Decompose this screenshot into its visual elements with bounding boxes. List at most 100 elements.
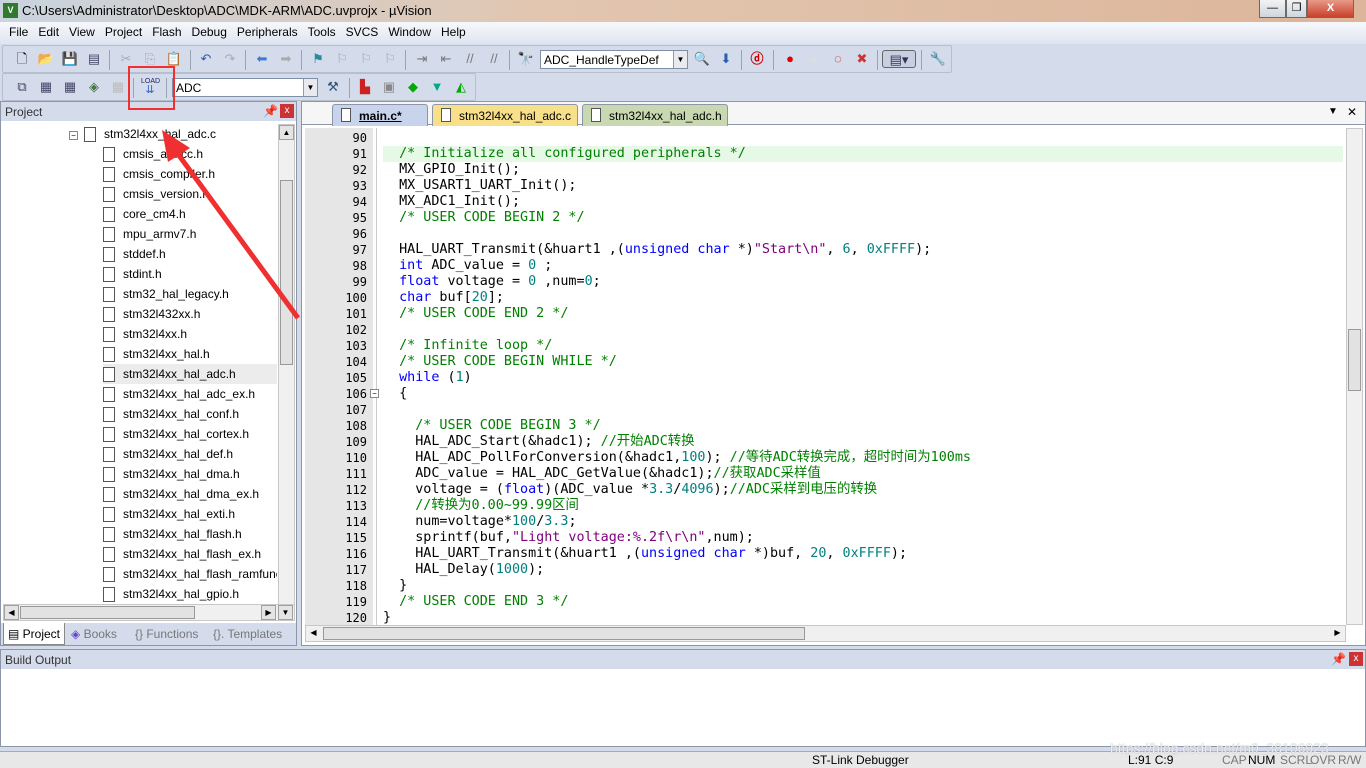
tree-item-file[interactable]: stm32l4xx_hal_gpio.h bbox=[103, 584, 277, 604]
tab-functions[interactable]: {} Functions bbox=[135, 627, 198, 641]
pin-icon[interactable]: 📌 bbox=[263, 104, 278, 118]
menu-help[interactable]: Help bbox=[436, 22, 471, 39]
code-line[interactable]: ADC_value = HAL_ADC_GetValue(&hadc1);//获… bbox=[383, 466, 821, 482]
find-icon[interactable]: 🔍 bbox=[693, 50, 711, 68]
scroll-up-icon[interactable]: ▲ bbox=[279, 125, 294, 140]
new-file-icon[interactable]: 🗋 bbox=[13, 50, 31, 68]
tree-item-file[interactable]: cmsis_armcc.h bbox=[103, 144, 277, 164]
unindent-icon[interactable]: ⇤ bbox=[437, 50, 455, 68]
close-panel-icon[interactable]: x bbox=[1349, 652, 1363, 666]
code-line[interactable]: /* USER CODE END 2 */ bbox=[383, 306, 568, 322]
run-time-env-icon[interactable]: ▼ bbox=[428, 78, 446, 96]
nav-forward-icon[interactable]: ➡ bbox=[277, 50, 295, 68]
tree-item-file[interactable]: stddef.h bbox=[103, 244, 277, 264]
code-line[interactable]: /* USER CODE END 3 */ bbox=[383, 594, 568, 610]
find-in-files-icon[interactable]: 🔭 bbox=[517, 50, 535, 68]
code-area[interactable]: /* Initialize all configured peripherals… bbox=[302, 128, 1345, 625]
code-line[interactable]: HAL_Delay(1000); bbox=[383, 562, 544, 578]
menu-flash[interactable]: Flash bbox=[147, 22, 186, 39]
tree-item-file[interactable]: stm32l4xx_hal_adc_ex.h bbox=[103, 384, 277, 404]
code-line[interactable]: while (1) bbox=[383, 370, 472, 386]
save-all-icon[interactable]: ▤ bbox=[85, 50, 103, 68]
tree-item-file[interactable]: stm32l4xx_hal_flash_ex.h bbox=[103, 544, 277, 564]
menu-project[interactable]: Project bbox=[100, 22, 147, 39]
build-icon[interactable]: ▦ bbox=[37, 78, 55, 96]
tree-item-file[interactable]: mpu_armv7.h bbox=[103, 224, 277, 244]
code-line[interactable]: /* Infinite loop */ bbox=[383, 338, 552, 354]
bookmark-icon[interactable]: ⚑ bbox=[309, 50, 327, 68]
tree-item-file[interactable]: stm32l4xx_hal_adc.h bbox=[103, 364, 277, 384]
fold-icon[interactable]: − bbox=[370, 389, 379, 398]
code-line[interactable]: num=voltage*100/3.3; bbox=[383, 514, 576, 530]
translate-icon[interactable]: ⧉ bbox=[13, 78, 31, 96]
tree-item-file[interactable]: core_cm4.h bbox=[103, 204, 277, 224]
code-line[interactable]: MX_GPIO_Init(); bbox=[383, 162, 520, 178]
software-packs-icon[interactable]: ◭ bbox=[452, 78, 470, 96]
code-line[interactable]: HAL_ADC_PollForConversion(&hadc1,100); /… bbox=[383, 450, 971, 466]
scroll-left-icon[interactable]: ◀ bbox=[4, 605, 19, 620]
close-tab-icon[interactable]: ✕ bbox=[1347, 105, 1357, 119]
code-line[interactable]: HAL_ADC_Start(&hadc1); //开始ADC转换 bbox=[383, 434, 694, 450]
tree-item-file[interactable]: stm32l4xx_hal.h bbox=[103, 344, 277, 364]
nav-back-icon[interactable]: ⬅ bbox=[253, 50, 271, 68]
window-layout-icon[interactable]: ▤▾ bbox=[882, 50, 916, 68]
editor-vscrollbar[interactable] bbox=[1346, 128, 1363, 625]
configure-icon[interactable]: 🔧 bbox=[929, 50, 947, 68]
stop-build-icon[interactable]: ▦ bbox=[109, 78, 127, 96]
tree-item-file[interactable]: stm32l4xx_hal_def.h bbox=[103, 444, 277, 464]
menu-debug[interactable]: Debug bbox=[187, 22, 232, 39]
target-combo[interactable]: ADC ▼ bbox=[172, 78, 318, 97]
close-button[interactable]: X bbox=[1307, 0, 1354, 18]
tree-item-file[interactable]: stm32l432xx.h bbox=[103, 304, 277, 324]
code-line[interactable]: /* USER CODE BEGIN 2 */ bbox=[383, 210, 584, 226]
code-line[interactable]: MX_ADC1_Init(); bbox=[383, 194, 520, 210]
target-options-icon[interactable]: ⚒ bbox=[324, 78, 342, 96]
next-bookmark-icon[interactable]: ⚐ bbox=[357, 50, 375, 68]
tree-hscroll-thumb[interactable] bbox=[20, 606, 195, 619]
pin-icon[interactable]: 📌 bbox=[1331, 652, 1346, 666]
scroll-right-icon[interactable]: ▶ bbox=[1330, 626, 1345, 641]
build-output-text[interactable] bbox=[2, 670, 1364, 746]
code-line[interactable]: /* USER CODE BEGIN WHILE */ bbox=[383, 354, 617, 370]
rebuild-icon[interactable]: ▦ bbox=[61, 78, 79, 96]
menu-file[interactable]: File bbox=[4, 22, 33, 39]
manage-components-icon[interactable]: ▙ bbox=[356, 78, 374, 96]
tree-item-file[interactable]: stm32l4xx_hal_cortex.h bbox=[103, 424, 277, 444]
menu-tools[interactable]: Tools bbox=[303, 22, 341, 39]
code-line[interactable]: /* Initialize all configured peripherals… bbox=[383, 146, 1343, 162]
tree-item-file[interactable]: stm32l4xx_hal_dma.h bbox=[103, 464, 277, 484]
tree-hscrollbar[interactable]: ◀ ▶ ▼ bbox=[3, 604, 295, 621]
tree-item-file[interactable]: stm32l4xx_hal_flash.h bbox=[103, 524, 277, 544]
tree-item-file[interactable]: stdint.h bbox=[103, 264, 277, 284]
restore-button[interactable]: ❐ bbox=[1286, 0, 1307, 18]
editor-tab[interactable]: main.c* bbox=[332, 104, 428, 126]
editor-tab[interactable]: stm32l4xx_hal_adc.h bbox=[582, 104, 728, 126]
tree-vscrollbar[interactable]: ▲ bbox=[278, 124, 295, 606]
code-line[interactable]: sprintf(buf,"Light voltage:%.2f\r\n",num… bbox=[383, 530, 754, 546]
menu-window[interactable]: Window bbox=[383, 22, 436, 39]
code-line[interactable]: HAL_UART_Transmit(&huart1 ,(unsigned cha… bbox=[383, 546, 907, 562]
tab-templates[interactable]: {}. Templates bbox=[213, 627, 282, 641]
code-line[interactable]: } bbox=[383, 578, 407, 594]
code-line[interactable]: int ADC_value = 0 ; bbox=[383, 258, 552, 274]
tree-item-file[interactable]: stm32l4xx_hal_flash_ramfunc.h bbox=[103, 564, 277, 584]
undo-icon[interactable]: ↶ bbox=[197, 50, 215, 68]
tab-books[interactable]: ◈ Books bbox=[71, 627, 117, 641]
indent-icon[interactable]: ⇥ bbox=[413, 50, 431, 68]
prev-bookmark-icon[interactable]: ⚐ bbox=[333, 50, 351, 68]
clear-bookmarks-icon[interactable]: ⚐ bbox=[381, 50, 399, 68]
tree-vscroll-thumb[interactable] bbox=[280, 180, 293, 365]
breakpoint-icon[interactable]: ● bbox=[781, 50, 799, 68]
scroll-right-icon[interactable]: ▶ bbox=[261, 605, 276, 620]
editor-hscroll-thumb[interactable] bbox=[323, 627, 805, 640]
tree-item-file[interactable]: stm32l4xx_hal_exti.h bbox=[103, 504, 277, 524]
tree-item-file[interactable]: stm32l4xx.h bbox=[103, 324, 277, 344]
code-line[interactable]: } bbox=[383, 610, 391, 625]
uncomment-icon[interactable]: // bbox=[485, 50, 503, 68]
tree-item-file[interactable]: stm32l4xx_hal_dma_ex.h bbox=[103, 484, 277, 504]
comment-icon[interactable]: // bbox=[461, 50, 479, 68]
chevron-down-icon[interactable]: ▼ bbox=[673, 51, 687, 68]
collapse-icon[interactable]: − bbox=[69, 131, 78, 140]
pack-installer-icon[interactable]: ◆ bbox=[404, 78, 422, 96]
tree-item-file[interactable]: cmsis_compiler.h bbox=[103, 164, 277, 184]
